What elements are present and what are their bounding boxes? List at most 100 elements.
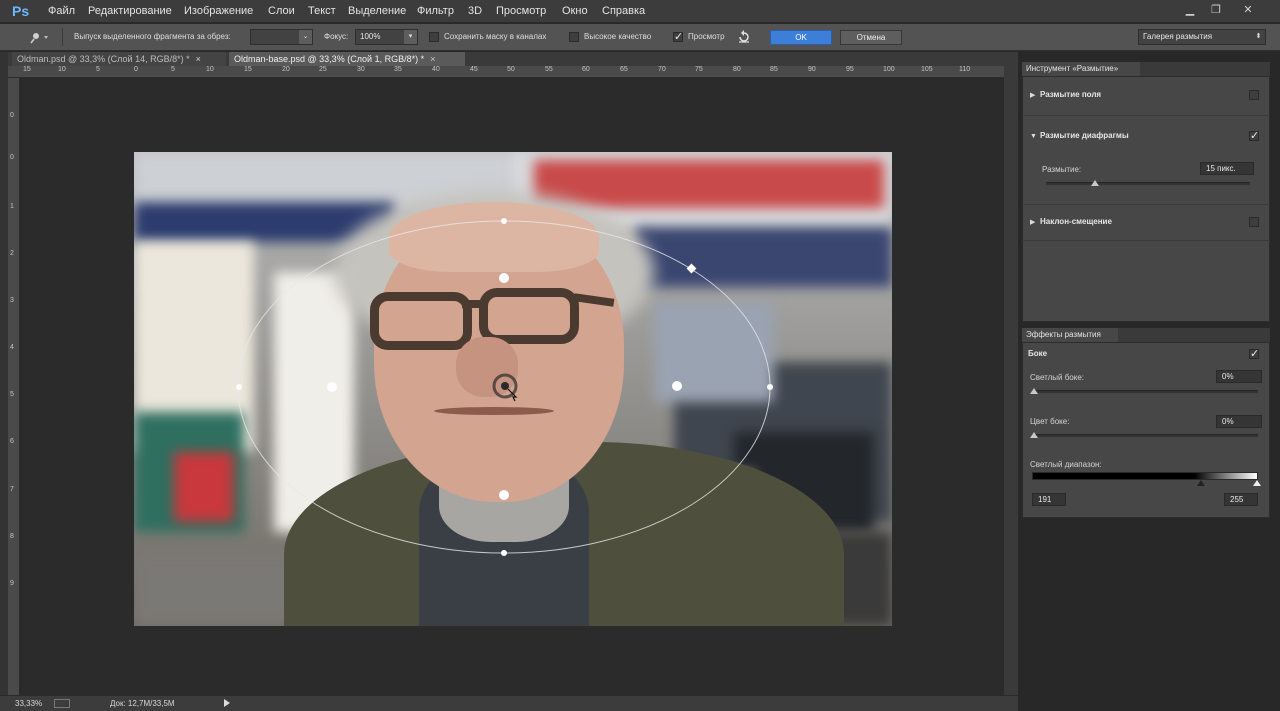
ruler-tick: 2 [10, 250, 14, 257]
menu-window[interactable]: Окно [562, 5, 588, 17]
tilt-shift-checkbox[interactable] [1249, 217, 1259, 227]
ruler-tick: 75 [695, 66, 703, 73]
field-blur-section[interactable]: ▶ Размытие поля [1030, 90, 1101, 99]
preview-checkbox[interactable] [673, 30, 683, 43]
crop-output-label: Выпуск выделенного фрагмента за обрез: [74, 32, 231, 41]
menu-image[interactable]: Изображение [184, 5, 253, 17]
menu-view[interactable]: Просмотр [496, 5, 546, 17]
menu-select[interactable]: Выделение [348, 5, 406, 17]
bokeh-color-thumb[interactable] [1030, 432, 1038, 438]
tab-oldman[interactable]: Oldman.psd @ 33,3% (Слой 14, RGB/8*) * × [12, 52, 226, 66]
reset-icon[interactable] [736, 29, 752, 45]
light-range-low-field[interactable]: 191 [1032, 493, 1066, 506]
light-bokeh-label: Светлый боке: [1030, 373, 1085, 382]
tab-oldman-base[interactable]: Oldman-base.psd @ 33,3% (Слой 1, RGB/8*)… [229, 52, 465, 66]
ruler-tick: 105 [921, 66, 933, 73]
save-mask-label: Сохранить маску в каналах [444, 32, 547, 41]
workspace-dropdown[interactable]: Галерея размытия ⬍ [1138, 29, 1266, 45]
ruler-tick: 100 [883, 66, 895, 73]
bokeh-color-field[interactable]: 0% [1216, 415, 1262, 428]
menu-filter[interactable]: Фильтр [417, 5, 454, 17]
ok-button[interactable]: OK [770, 30, 832, 45]
ruler-tick: 35 [394, 66, 402, 73]
status-export-icon[interactable] [54, 699, 70, 708]
blur-tools-panel [1022, 76, 1270, 322]
tab-label: Oldman-base.psd @ 33,3% (Слой 1, RGB/8*)… [234, 54, 425, 64]
chevron-down-icon: ⌄ [299, 30, 312, 44]
light-range-gradient[interactable] [1032, 472, 1258, 480]
field-blur-checkbox[interactable] [1249, 90, 1259, 100]
blur-amount-thumb[interactable] [1090, 180, 1099, 186]
ruler-tick: 50 [507, 66, 515, 73]
bokeh-color-slider[interactable] [1032, 434, 1258, 437]
doc-size: Док: 12,7M/33,5M [110, 699, 175, 708]
options-bar: Выпуск выделенного фрагмента за обрез: ⌄… [0, 24, 1280, 51]
horizontal-ruler: 15 10 5 0 5 10 15 20 25 30 35 40 45 50 5… [8, 66, 1018, 78]
ruler-tick: 0 [134, 66, 138, 73]
cancel-button[interactable]: Отмена [840, 30, 902, 45]
close-tab-icon[interactable]: × [196, 54, 201, 64]
light-range-low-thumb[interactable] [1197, 480, 1205, 486]
blur-amount-field[interactable]: 15 пикс. [1200, 162, 1254, 175]
light-range-high-field[interactable]: 255 [1224, 493, 1258, 506]
ruler-tick: 90 [808, 66, 816, 73]
ruler-tick: 7 [10, 486, 14, 493]
focus-dropdown[interactable]: 100% ▾ [355, 29, 418, 45]
menu-bar: Ps Файл Редактирование Изображение Слои … [0, 0, 1280, 23]
iris-blur-checkbox[interactable] [1249, 129, 1259, 142]
ruler-tick: 70 [658, 66, 666, 73]
light-bokeh-field[interactable]: 0% [1216, 370, 1262, 383]
minimize-icon[interactable]: ▁ [1182, 3, 1198, 17]
menu-layers[interactable]: Слои [268, 5, 295, 17]
iris-blur-overlay[interactable] [134, 152, 892, 626]
ruler-tick: 95 [846, 66, 854, 73]
photoshop-logo-icon: Ps [12, 3, 30, 19]
feather-handle-right [672, 381, 682, 391]
menu-file[interactable]: Файл [48, 5, 75, 17]
light-bokeh-thumb[interactable] [1030, 388, 1038, 394]
ruler-tick: 1 [10, 203, 14, 210]
feather-handle-bottom [499, 490, 509, 500]
ruler-tick: 30 [357, 66, 365, 73]
ruler-tick: 60 [582, 66, 590, 73]
restore-icon[interactable]: ❐ [1208, 3, 1224, 17]
blur-amount-slider[interactable] [1046, 182, 1250, 185]
ruler-tick: 10 [58, 66, 66, 73]
vertical-ruler: 0 0 1 2 3 4 5 6 7 8 9 [8, 78, 20, 695]
crop-output-dropdown[interactable]: ⌄ [250, 29, 313, 45]
blur-amount-label: Размытие: [1042, 165, 1082, 174]
ruler-tick: 45 [470, 66, 478, 73]
zoom-level[interactable]: 33,33% [15, 699, 42, 708]
feather-handle-left [327, 382, 337, 392]
bokeh-checkbox[interactable] [1249, 347, 1259, 360]
menu-edit[interactable]: Редактирование [88, 5, 172, 17]
preview-label: Просмотр [688, 32, 725, 41]
ruler-tick: 0 [10, 154, 14, 161]
iris-blur-section[interactable]: ▼ Размытие диафрагмы [1030, 131, 1129, 140]
menu-3d[interactable]: 3D [468, 5, 482, 17]
close-icon[interactable]: ✕ [1240, 3, 1256, 17]
menu-help[interactable]: Справка [602, 5, 645, 17]
close-tab-icon[interactable]: × [430, 54, 435, 64]
tilt-shift-section[interactable]: ▶ Наклон-смещение [1030, 217, 1112, 226]
iris-blur-label: Размытие диафрагмы [1040, 131, 1129, 140]
tab-blur-effects[interactable]: Эффекты размытия [1022, 328, 1118, 342]
save-mask-checkbox[interactable] [429, 32, 439, 42]
ruler-tick: 5 [96, 66, 100, 73]
expand-arrow-icon: ▶ [1030, 219, 1036, 226]
high-quality-checkbox[interactable] [569, 32, 579, 42]
tilt-shift-label: Наклон-смещение [1040, 217, 1112, 226]
blur-effects-panel [1022, 342, 1270, 518]
pin-tool-icon[interactable] [28, 30, 50, 44]
vertical-scrollbar[interactable] [1004, 66, 1018, 695]
menu-type[interactable]: Текст [308, 5, 336, 17]
light-range-label: Светлый диапазон: [1030, 460, 1102, 469]
ruler-tick: 85 [770, 66, 778, 73]
light-bokeh-slider[interactable] [1032, 390, 1258, 393]
tab-label: Oldman.psd @ 33,3% (Слой 14, RGB/8*) * [17, 54, 190, 64]
left-strip [0, 52, 8, 695]
tab-blur-tools[interactable]: Инструмент «Размытие» [1022, 62, 1140, 76]
photo-old-man[interactable] [134, 152, 892, 626]
light-range-high-thumb[interactable] [1253, 480, 1261, 486]
status-menu-arrow-icon[interactable] [224, 699, 230, 707]
